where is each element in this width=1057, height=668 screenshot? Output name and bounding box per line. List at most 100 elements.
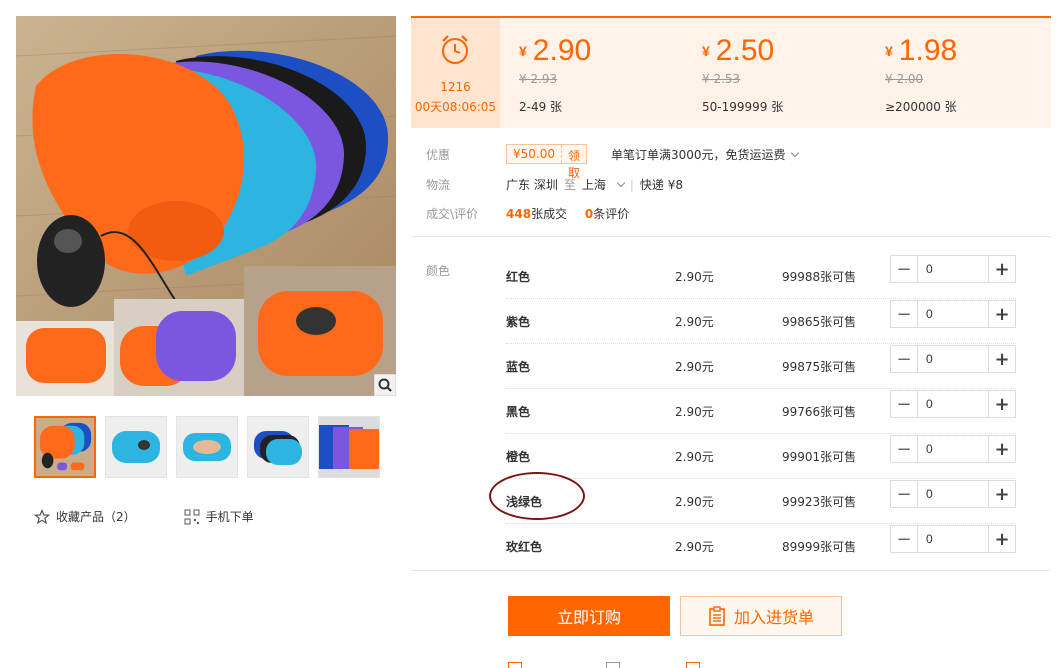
- sku-price: 2.90元: [675, 405, 714, 419]
- tier-old-price: ¥ 2.93: [519, 72, 558, 86]
- thumbnail-3[interactable]: [176, 416, 238, 478]
- discount-label: 优惠: [426, 148, 451, 162]
- chevron-down-icon: [790, 148, 799, 158]
- thumbnail-4[interactable]: [247, 416, 309, 478]
- cut-off-icon: [606, 662, 620, 668]
- quantity-input[interactable]: [918, 526, 988, 552]
- sku-row-light-green: 浅绿色 2.90元 99923张可售 − +: [506, 479, 1016, 524]
- price-band: 1216 00天08:06:05 ¥2.90 ¥ 2.93 2-49 张 ¥2.…: [411, 16, 1051, 128]
- sku-stock: 99988张可售: [782, 270, 857, 284]
- promo-dropdown[interactable]: 单笔订单满3000元，免货运运费: [611, 146, 799, 163]
- countdown-time: 00天08:06:05: [414, 100, 497, 114]
- tier-old-price: ¥ 2.00: [885, 72, 924, 86]
- sku-row-black: 黑色 2.90元 99766张可售 − +: [506, 389, 1016, 434]
- thumbnail-strip: [34, 416, 380, 478]
- gallery-actions: 收藏产品（2） 手机下单: [34, 508, 302, 525]
- quantity-stepper: − +: [890, 480, 1016, 508]
- quantity-stepper: − +: [890, 390, 1016, 418]
- sku-name: 浅绿色: [506, 495, 543, 509]
- quantity-input[interactable]: [918, 436, 988, 462]
- decrement-button[interactable]: −: [891, 391, 918, 417]
- sku-stock: 99901张可售: [782, 450, 857, 464]
- sku-row-blue: 蓝色 2.90元 99875张可售 − +: [506, 344, 1016, 389]
- quantity-stepper: − +: [890, 255, 1016, 283]
- sku-row-purple: 紫色 2.90元 99865张可售 − +: [506, 299, 1016, 344]
- sold-suffix: 张成交: [531, 207, 568, 221]
- zoom-button[interactable]: [374, 374, 396, 396]
- mobile-order-button[interactable]: 手机下单: [184, 508, 254, 525]
- sku-price: 2.90元: [675, 495, 714, 509]
- quantity-input[interactable]: [918, 346, 988, 372]
- sku-name: 红色: [506, 270, 531, 284]
- quantity-input[interactable]: [918, 256, 988, 282]
- favorite-button[interactable]: 收藏产品（2）: [34, 508, 136, 525]
- add-to-purchase-list-button[interactable]: 加入进货单: [680, 596, 842, 636]
- clipboard-icon: [709, 606, 725, 626]
- decrement-button[interactable]: −: [891, 256, 918, 282]
- increment-button[interactable]: +: [988, 481, 1015, 507]
- quantity-stepper: − +: [890, 345, 1016, 373]
- review-count: 0: [584, 207, 594, 221]
- qr-code-icon: [184, 509, 200, 524]
- destination-select[interactable]: 上海: [581, 178, 626, 192]
- quantity-input[interactable]: [918, 391, 988, 417]
- increment-button[interactable]: +: [988, 526, 1015, 552]
- sku-stock: 99766张可售: [782, 405, 857, 419]
- increment-button[interactable]: +: [988, 256, 1015, 282]
- decrement-button[interactable]: −: [891, 301, 918, 327]
- sku-stock: 99923张可售: [782, 495, 857, 509]
- increment-button[interactable]: +: [988, 436, 1015, 462]
- decrement-button[interactable]: −: [891, 526, 918, 552]
- product-photo: [16, 16, 396, 396]
- cut-off-icon: [508, 662, 522, 668]
- separator: |: [629, 178, 634, 192]
- buy-now-button[interactable]: 立即订购: [508, 596, 670, 636]
- star-icon: [34, 508, 50, 524]
- tier-range: ≥200000 张: [885, 100, 957, 114]
- increment-button[interactable]: +: [988, 346, 1015, 372]
- mobile-order-label: 手机下单: [205, 510, 254, 524]
- thumbnail-2[interactable]: [105, 416, 167, 478]
- deals-label: 成交\评价: [426, 207, 479, 221]
- color-label: 颜色: [426, 264, 451, 278]
- increment-button[interactable]: +: [988, 391, 1015, 417]
- decrement-button[interactable]: −: [891, 481, 918, 507]
- decrement-button[interactable]: −: [891, 436, 918, 462]
- divider: [411, 570, 1051, 571]
- sku-name: 橙色: [506, 450, 531, 464]
- sku-name: 紫色: [506, 315, 531, 329]
- thumbnail-1[interactable]: [34, 416, 96, 478]
- quantity-input[interactable]: [918, 301, 988, 327]
- coupon-badge[interactable]: ¥50.00 领取: [506, 144, 588, 180]
- tier-range: 50-199999 张: [702, 100, 784, 114]
- divider: [411, 236, 1051, 237]
- thumbnail-5[interactable]: [318, 416, 380, 478]
- sku-name: 玫红色: [506, 540, 543, 554]
- favorite-label: 收藏产品（2）: [56, 510, 136, 524]
- product-main-image[interactable]: [16, 16, 396, 396]
- quantity-stepper: − +: [890, 300, 1016, 328]
- sku-price: 2.90元: [675, 315, 714, 329]
- deals-info: 448张成交 0条评价: [506, 205, 629, 222]
- coupon-claim-link[interactable]: 领取: [562, 145, 586, 180]
- add-to-purchase-list-label: 加入进货单: [733, 610, 814, 627]
- sku-price: 2.90元: [675, 270, 714, 284]
- coupon-amount: ¥50.00: [507, 145, 562, 163]
- increment-button[interactable]: +: [988, 301, 1015, 327]
- tier-price: ¥2.50: [702, 34, 775, 67]
- destination-value: 上海: [581, 178, 606, 192]
- quantity-input[interactable]: [918, 481, 988, 507]
- chevron-down-icon: [616, 178, 626, 188]
- ship-to-word: 至: [563, 178, 576, 192]
- sku-name: 黑色: [506, 405, 531, 419]
- sku-name: 蓝色: [506, 360, 531, 374]
- shipping-info: 广东 深圳至上海 | 快递 ¥8: [506, 176, 683, 193]
- decrement-button[interactable]: −: [891, 346, 918, 372]
- review-suffix: 条评价: [593, 207, 630, 221]
- countdown-box: 1216 00天08:06:05: [411, 18, 500, 128]
- sku-price: 2.90元: [675, 450, 714, 464]
- logistics-label: 物流: [426, 178, 451, 192]
- reviews-link[interactable]: 0条评价: [585, 207, 629, 221]
- quantity-stepper: − +: [890, 525, 1016, 553]
- sku-row-orange: 橙色 2.90元 99901张可售 − +: [506, 434, 1016, 479]
